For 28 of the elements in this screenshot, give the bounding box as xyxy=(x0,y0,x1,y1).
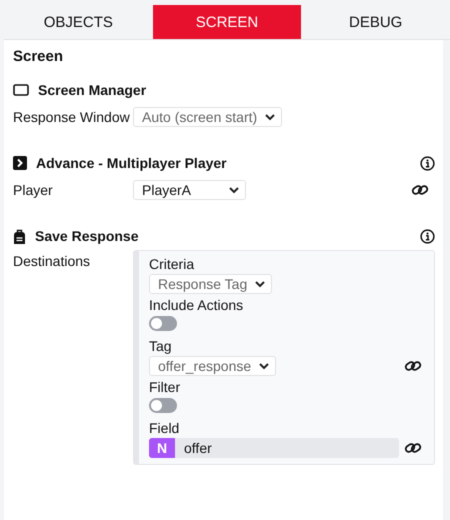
field-label: Criteria xyxy=(149,256,196,272)
section-title: Save Response xyxy=(35,228,140,244)
chevron-down-icon xyxy=(229,186,239,194)
section-title: Advance - Multiplayer Player xyxy=(36,155,228,171)
field-label: Tag xyxy=(149,338,173,354)
info-icon[interactable] xyxy=(420,228,435,244)
dropdown[interactable]: PlayerA xyxy=(133,180,246,200)
toggle-switch[interactable] xyxy=(149,398,177,413)
monitor-icon xyxy=(13,84,29,96)
toggle-label: Filter xyxy=(149,379,182,395)
tab[interactable]: SCREEN xyxy=(152,5,302,39)
input-field[interactable]: N offer xyxy=(149,438,399,458)
backpack-icon xyxy=(13,228,26,244)
link-icon[interactable] xyxy=(404,441,422,455)
toggle-switch[interactable] xyxy=(149,316,177,331)
toggle-label: Include Actions xyxy=(149,297,244,313)
section-title: Screen Manager xyxy=(38,82,148,98)
field-label: Field xyxy=(149,420,180,436)
field-label: Response Window xyxy=(13,108,131,127)
chevron-down-icon xyxy=(255,280,266,288)
chevron-down-icon xyxy=(265,114,276,120)
field-label: Destinations xyxy=(13,252,92,271)
panel-title: Screen xyxy=(13,48,64,65)
chevron-right-icon xyxy=(13,156,27,170)
info-icon[interactable] xyxy=(420,156,435,170)
chevron-down-icon xyxy=(259,362,270,370)
field-label: Player xyxy=(13,180,54,200)
link-icon[interactable] xyxy=(411,183,429,197)
